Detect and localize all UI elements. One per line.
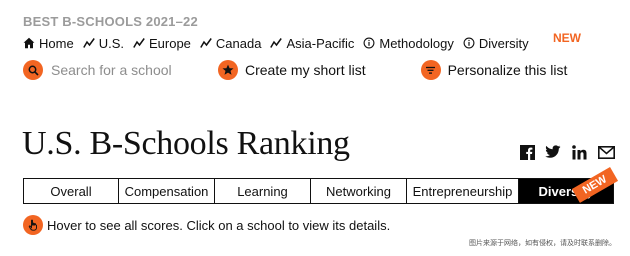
shortlist-label: Create my short list: [245, 62, 366, 78]
info-icon: [463, 37, 475, 49]
nav-item-us[interactable]: U.S.: [82, 35, 124, 51]
new-badge: NEW: [553, 31, 581, 45]
section-kicker: BEST B-SCHOOLS 2021–22: [23, 14, 198, 29]
search-input[interactable]: [51, 62, 201, 78]
search-box[interactable]: [23, 60, 218, 80]
new-ribbon: NEW: [572, 167, 619, 203]
tab-diversity[interactable]: Diversity NEW: [519, 167, 619, 203]
twitter-icon[interactable]: [544, 143, 562, 161]
personalize-list-button[interactable]: Personalize this list: [420, 60, 568, 80]
personalize-label: Personalize this list: [447, 62, 568, 78]
nav-item-label: Methodology: [379, 35, 454, 51]
search-icon[interactable]: [23, 60, 43, 80]
nav-item-label: U.S.: [98, 35, 124, 51]
hint-text: Hover to see all scores. Click on a scho…: [47, 217, 391, 233]
create-shortlist-button[interactable]: Create my short list: [218, 60, 366, 80]
top-navigation: Home U.S. Europe Canada Asia-Pacific Met…: [23, 31, 581, 51]
linkedin-icon[interactable]: [570, 143, 588, 161]
nav-item-label: Home: [39, 35, 74, 51]
star-icon: [218, 60, 238, 80]
page-title: U.S. B-Schools Ranking: [22, 125, 350, 162]
home-icon: [23, 37, 35, 49]
tab-entrepreneurship[interactable]: Entrepreneurship: [407, 179, 519, 203]
trend-icon: [270, 38, 283, 48]
nav-item-methodology[interactable]: Methodology: [363, 35, 454, 51]
trend-icon: [200, 38, 212, 48]
nav-item-diversity[interactable]: Diversity: [463, 36, 529, 51]
tab-overall[interactable]: Overall: [24, 179, 119, 203]
hover-hint: Hover to see all scores. Click on a scho…: [23, 215, 390, 235]
nav-item-europe[interactable]: Europe: [133, 36, 191, 51]
email-icon[interactable]: [597, 143, 615, 161]
trend-icon: [82, 38, 95, 48]
nav-item-label: Europe: [148, 35, 191, 51]
facebook-icon[interactable]: [518, 143, 536, 161]
nav-item-label: Asia-Pacific: [286, 35, 355, 51]
watermark-text: 图片来源于网络，如有侵权，请及时联系删除。: [469, 240, 616, 247]
nav-item-label: Canada: [215, 35, 262, 51]
nav-item-canada[interactable]: Canada: [200, 35, 262, 51]
nav-item-home[interactable]: Home: [23, 36, 74, 51]
nav-item-asia-pacific[interactable]: Asia-Pacific: [270, 36, 354, 51]
info-icon: [363, 37, 375, 49]
pointer-hand-icon: [23, 215, 43, 235]
tab-compensation[interactable]: Compensation: [119, 179, 215, 203]
nav-item-label: Diversity: [478, 35, 529, 51]
ranking-tabs: Overall Compensation Learning Networking…: [23, 167, 619, 204]
tab-learning[interactable]: Learning: [215, 179, 311, 203]
trend-icon: [133, 38, 145, 48]
filter-icon: [420, 60, 441, 80]
action-bar: Create my short list Personalize this li…: [23, 59, 567, 81]
tab-networking[interactable]: Networking: [311, 179, 407, 203]
